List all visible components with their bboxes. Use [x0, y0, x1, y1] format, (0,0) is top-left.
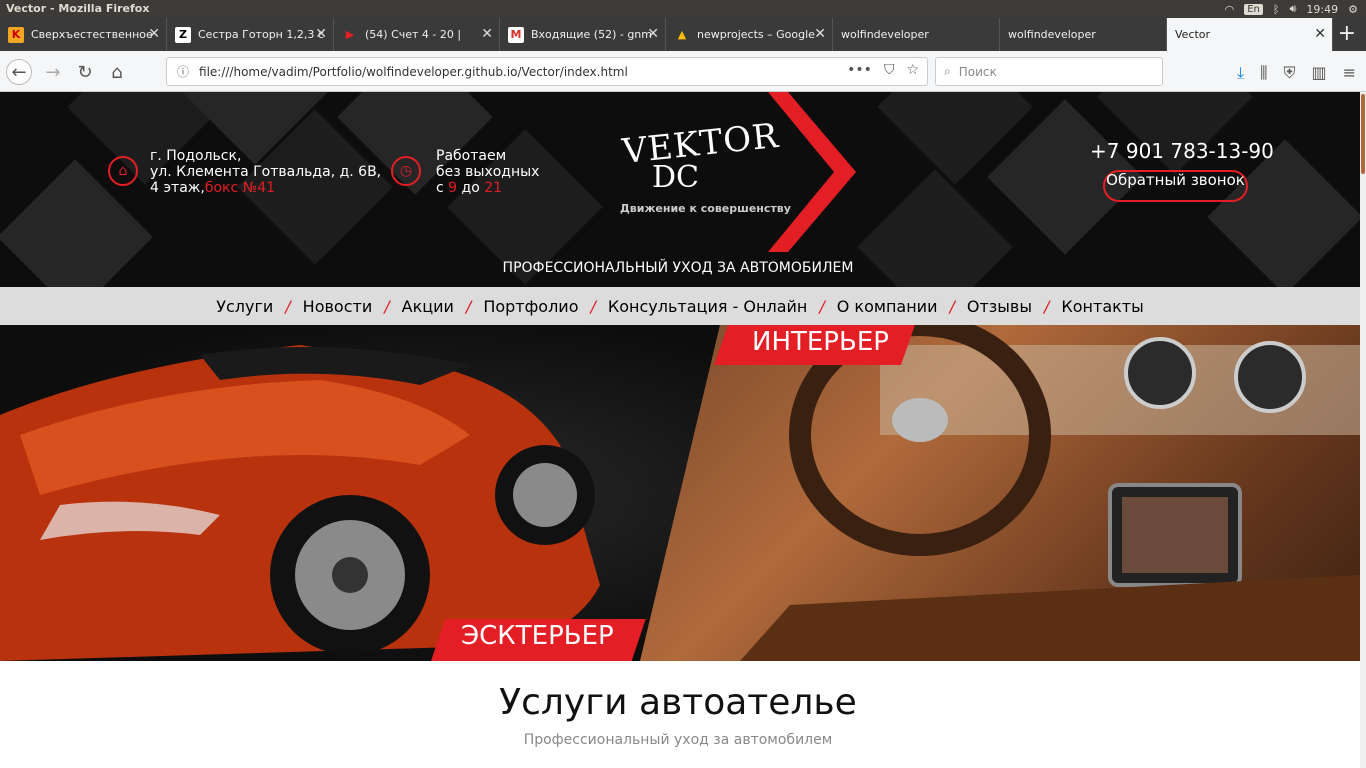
shield-icon[interactable]: ⛨ — [1283, 63, 1295, 83]
youtube-icon: ▶ — [345, 28, 355, 41]
library-icon[interactable]: ⫼ — [1260, 63, 1267, 83]
reload-button[interactable]: ↻ — [72, 59, 98, 85]
tab-label: Сестра Готорн 1,2,3 с — [198, 28, 324, 41]
menu-item-5[interactable]: Консультация - Онлайн — [608, 297, 807, 316]
back-button[interactable]: ← — [6, 59, 32, 85]
close-tab-icon[interactable]: ✕ — [647, 26, 659, 42]
search-placeholder: Поиск — [958, 64, 997, 79]
bluetooth-icon[interactable]: ᛒ — [1273, 3, 1280, 16]
pocket-icon[interactable]: ⛉ — [884, 62, 895, 78]
clock[interactable]: 19:49 — [1306, 3, 1338, 16]
menu-item-1[interactable]: Услуги — [216, 297, 273, 316]
logo-chevron-icon — [768, 92, 856, 252]
address-line-3: 4 этаж,бокс №41 — [150, 180, 276, 196]
main-menu: Услуги / Новости / Акции / Портфолио / Консульта… — [0, 287, 1360, 325]
volume-icon[interactable]: 🔊︎ — [1289, 2, 1296, 16]
working-hours: Работаем без выходных с 9 до 21 — [436, 148, 540, 196]
sidebar-icon[interactable]: ▥ — [1311, 63, 1326, 83]
os-title-bar: Vector - Mozilla Firefox ◠ En ᛒ 🔊︎ 19:49… — [0, 0, 1366, 18]
url-text[interactable]: file:///home/vadim/Portfolio/wolfindevel… — [199, 65, 628, 79]
page-content: ⌂ г. Подольск, ул. Клемента Готвальда, д… — [0, 92, 1366, 768]
clock-icon: ◷ — [391, 156, 421, 186]
phone-number[interactable]: +7 901 783-13-90 — [1090, 139, 1274, 163]
menu-separator: / — [590, 296, 596, 316]
page-actions-icon[interactable]: ••• — [847, 62, 872, 78]
window-title: Vector - Mozilla Firefox — [6, 2, 150, 15]
home-button[interactable]: ⌂ — [104, 59, 130, 85]
tab-6[interactable]: wolfindeveloper — [833, 18, 1000, 51]
navigation-toolbar: ← → ↻ ⌂ ⓘ file:///home/vadim/Portfolio/w… — [0, 51, 1366, 92]
close-tab-icon[interactable]: ✕ — [148, 26, 160, 42]
tab-7[interactable]: wolfindeveloper — [1000, 18, 1167, 51]
wifi-icon[interactable]: ◠ — [1225, 3, 1235, 16]
tab-4[interactable]: M Входящие (52) - gnm ✕ — [500, 18, 666, 51]
site-header: ⌂ г. Подольск, ул. Клемента Готвальда, д… — [0, 92, 1360, 287]
menu-separator: / — [465, 296, 472, 316]
hero-banner: ИНТЕРЬЕР ЭСКТЕРЬЕР — [0, 325, 1360, 661]
menu-item-8[interactable]: Контакты — [1061, 297, 1143, 316]
red-car-illustration — [0, 345, 600, 661]
settings-gear-icon[interactable]: ⚙ — [1348, 3, 1358, 16]
site-tagline: ПРОФЕССИОНАЛЬНЫЙ УХОД ЗА АВТОМОБИЛЕМ — [502, 260, 854, 276]
kinogo-icon: K — [8, 26, 24, 43]
tab-label: newprojects – Google — [697, 28, 815, 41]
menu-separator: / — [384, 296, 390, 316]
menu-separator: / — [819, 296, 825, 316]
system-tray: ◠ En ᛒ 🔊︎ 19:49 ⚙ — [1225, 2, 1358, 16]
interior-label[interactable]: ИНТЕРЬЕР — [714, 325, 915, 365]
menu-item-7[interactable]: Отзывы — [967, 297, 1032, 316]
car-interior-illustration — [740, 325, 1360, 661]
close-tab-icon[interactable]: ✕ — [814, 26, 826, 42]
search-icon: ⌕ — [944, 64, 951, 78]
close-tab-icon[interactable]: ✕ — [481, 26, 493, 42]
menu-item-2[interactable]: Новости — [303, 297, 373, 316]
menu-item-4[interactable]: Портфолио — [483, 297, 578, 316]
section-subtitle: Профессиональный уход за автомобилем — [523, 732, 833, 748]
tab-bar: K Сверхъестественное ✕ Z Сестра Готорн 1,2,3… — [0, 18, 1366, 51]
scrollbar-thumb[interactable] — [1361, 94, 1365, 174]
menu-item-6[interactable]: О компании — [837, 297, 938, 316]
exterior-label[interactable]: ЭСКТЕРЬЕР — [431, 619, 646, 661]
tab-1[interactable]: K Сверхъестественное ✕ — [0, 18, 167, 51]
tab-2[interactable]: Z Сестра Готорн 1,2,3 с ✕ — [167, 18, 334, 51]
tab-label: Vector — [1175, 28, 1211, 41]
hamburger-menu-icon[interactable]: ≡ — [1343, 63, 1356, 83]
tab-label: wolfindeveloper — [841, 28, 929, 41]
keyboard-language[interactable]: En — [1244, 3, 1263, 15]
callback-button[interactable]: Обратный звонок — [1103, 170, 1248, 202]
gmail-icon: M — [508, 26, 524, 43]
tab-8[interactable]: Vector ✕ — [1167, 18, 1333, 51]
close-tab-icon[interactable]: ✕ — [315, 26, 327, 42]
tab-label: (54) Счет 4 - 20 | — [365, 28, 462, 41]
address-line-2: ул. Клемента Готвальда, д. 6В, — [150, 164, 382, 180]
menu-separator: / — [285, 296, 291, 316]
z-icon: Z — [175, 26, 191, 43]
section-title: Услуги автоателье — [499, 682, 857, 723]
tab-label: Входящие (52) - gnm — [531, 28, 652, 41]
menu-separator: / — [1044, 296, 1050, 316]
bookmark-star-icon[interactable]: ☆ — [906, 62, 919, 78]
downloads-icon[interactable]: ⤓ — [1237, 63, 1244, 83]
address: г. Подольск, ул. Клемента Готвальда, д. … — [150, 148, 381, 196]
url-bar[interactable]: ⓘ file:///home/vadim/Portfolio/wolfindev… — [166, 57, 928, 86]
page-info-icon[interactable]: ⓘ — [177, 63, 189, 80]
tab-label: Сверхъестественное — [31, 28, 153, 41]
forward-button[interactable]: → — [40, 59, 66, 85]
new-tab-button[interactable]: + — [1338, 21, 1356, 46]
menu-item-3[interactable]: Акции — [402, 297, 454, 316]
home-address-icon: ⌂ — [108, 156, 138, 186]
menu-separator: / — [949, 296, 955, 316]
google-drive-icon: ▲ — [677, 28, 687, 41]
tab-3[interactable]: ▶ (54) Счет 4 - 20 | ✕ — [334, 18, 500, 51]
close-tab-icon[interactable]: ✕ — [1314, 26, 1326, 42]
search-input[interactable]: ⌕ Поиск — [935, 57, 1163, 86]
tab-label: wolfindeveloper — [1008, 28, 1096, 41]
address-line-1: г. Подольск, — [150, 148, 242, 164]
exterior-car-image[interactable] — [0, 325, 720, 661]
tab-5[interactable]: ▲ newprojects – Google ✕ — [666, 18, 833, 51]
interior-car-image[interactable] — [640, 325, 1360, 661]
page-scrollbar[interactable] — [1360, 92, 1366, 768]
